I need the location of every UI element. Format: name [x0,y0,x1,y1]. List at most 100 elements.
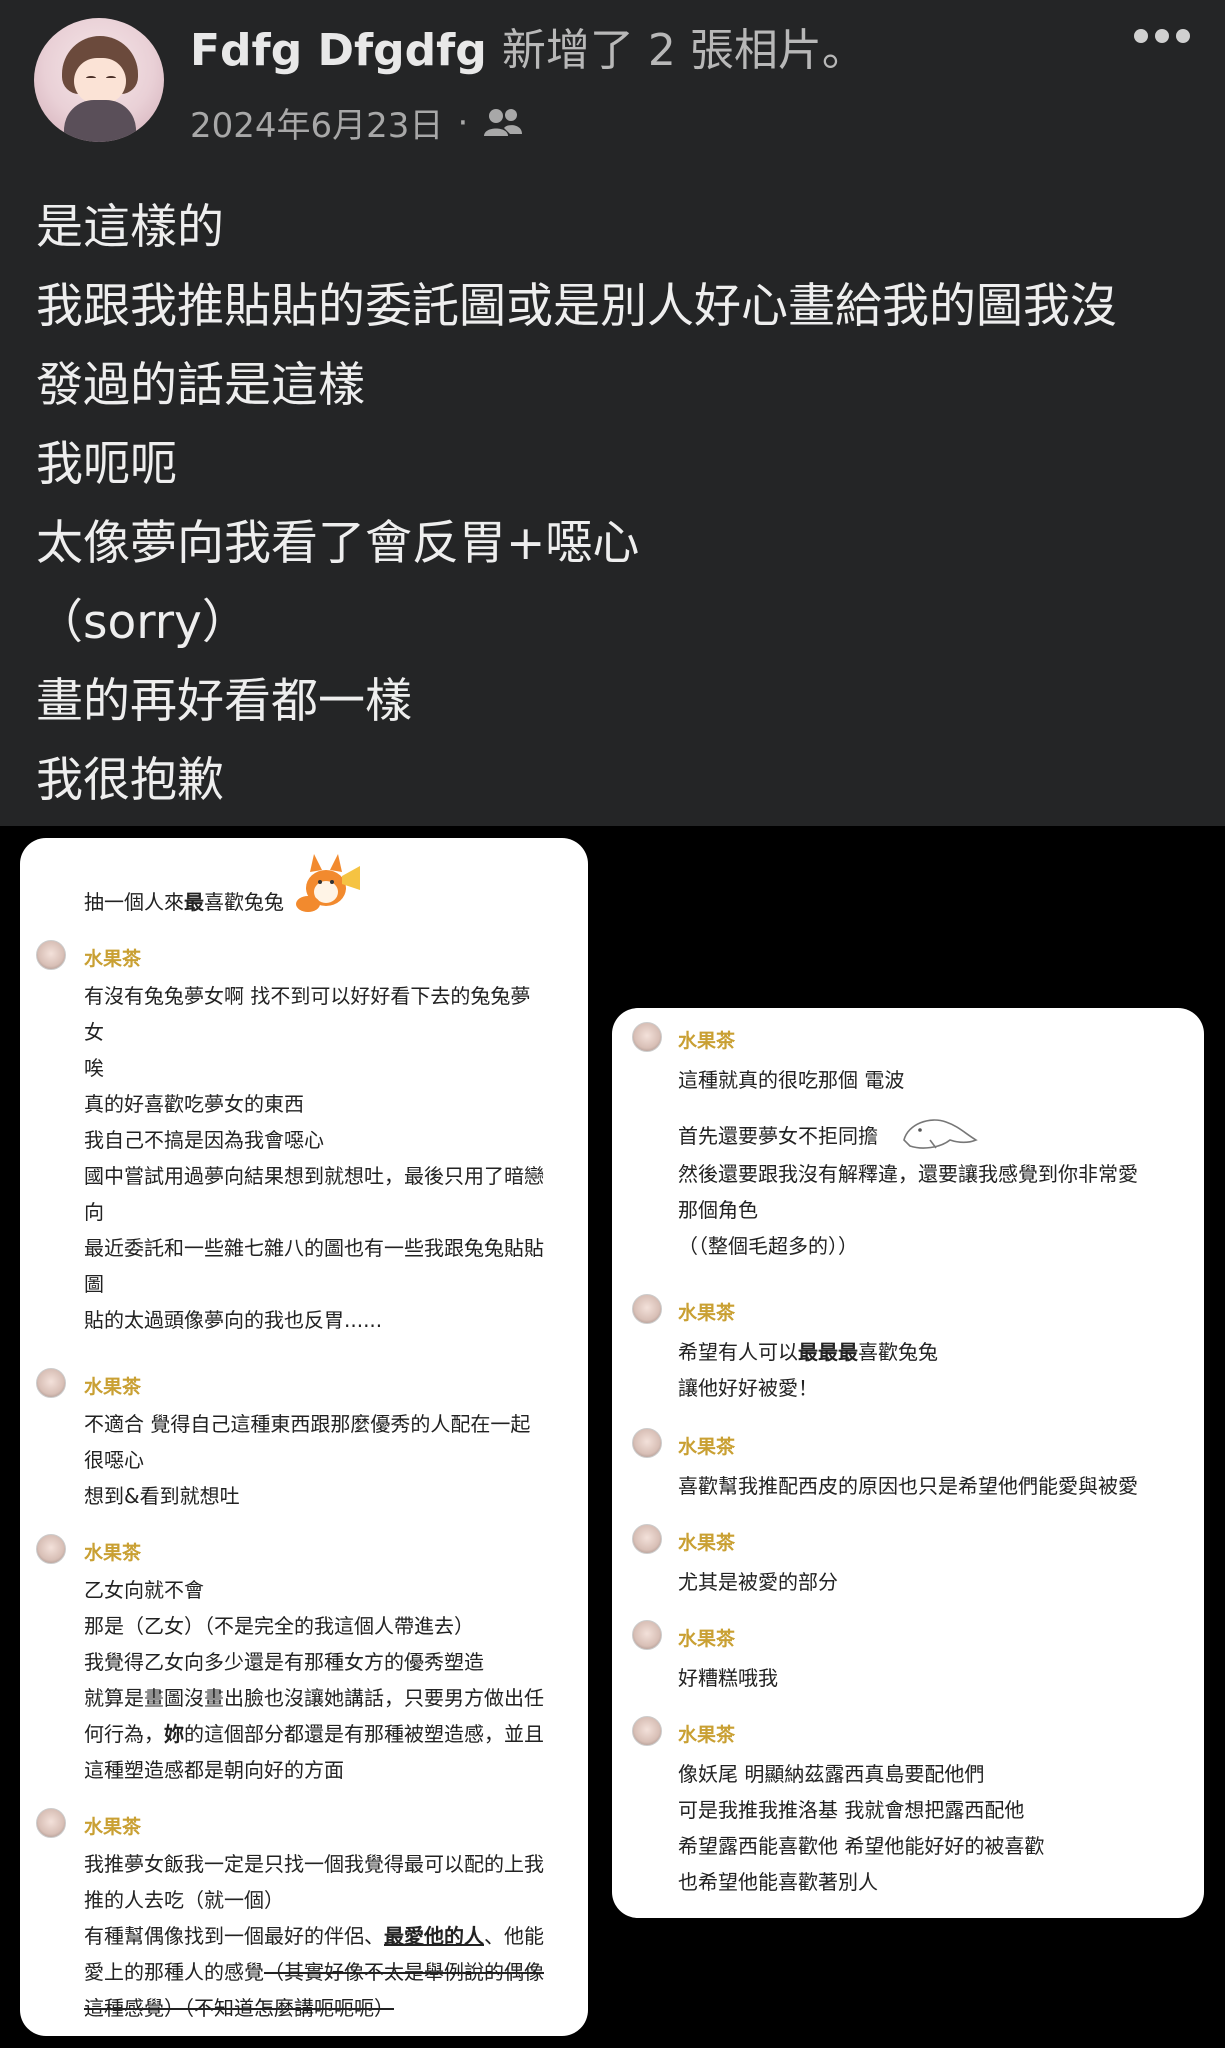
post-date[interactable]: 2024年6月23日 [190,98,443,147]
post-text-line: 我很抱歉 [36,753,224,808]
message-line: 就算是畫圖沒畫出臉也沒讓她講話，只要男方做出任 [84,1686,544,1710]
more-icon[interactable] [1134,28,1198,52]
message-line: 我自己不搞是因為我會噁心 [84,1128,324,1152]
message-line: 喜歡幫我推配西皮的原因也只是希望他們能愛與被愛 [678,1474,1138,1498]
message-line: 很噁心 [84,1448,144,1472]
message-line: 我推夢女飯我一定是只找一個我覺得最可以配的上我 [84,1852,544,1876]
message-line: 有種幫偶像找到一個最好的伴侶、最愛他的人、他能 [84,1920,544,1949]
user-avatar [36,1368,66,1398]
username: 水果茶 [84,1376,142,1398]
message-line: 不適合 覺得自己這種東西跟那麼優秀的人配在一起 [84,1412,531,1436]
text-run: 喜歡兔兔 [858,1340,938,1364]
message-line: 圖 [84,1272,104,1296]
post-text-line: 是這樣的 [36,200,224,255]
user-avatar [36,1808,66,1838]
post-meta: 2024年6月23日 · [190,98,524,147]
message-line: 那是（乙女）（不是完全的我這個人帶進去） [84,1614,474,1638]
post-text-line: 畫的再好看都一樣 [36,674,412,729]
message-line: 像妖尾 明顯納茲露西真島要配他們 [678,1762,985,1786]
post-text-line: 太像夢向我看了會反胃+噁心 [36,516,640,571]
message-line: 推的人去吃（就一個） [84,1888,284,1912]
message-line: 有沒有兔兔夢女啊 找不到可以好好看下去的兔兔夢 [84,984,531,1008]
message-line: 乙女向就不會 [84,1578,204,1602]
text-run: 何行為， [84,1722,164,1746]
heading-prefix: 抽一個人來 [84,890,184,914]
text-run: 愛上的那種人的感覺 [84,1960,264,1984]
post-container: Fdfg Dfgdfg 新增了 2 張相片。 2024年6月23日 · 是這樣的… [0,0,1225,826]
message-line: 希望露西能喜歡他 希望他能好好的被喜歡 [678,1834,1045,1858]
username: 水果茶 [678,1628,736,1650]
message-line: 真的好喜歡吃夢女的東西 [84,1092,304,1116]
message-line: 向 [84,1200,104,1224]
message-line: 想到&看到就想吐 [84,1484,240,1508]
user-avatar [632,1022,662,1052]
message-line: 好糟糕哦我 [678,1666,778,1690]
message-line: （（整個毛超多的）） [678,1234,858,1258]
text-run-strike: （其實好像不太是舉例說的偶像 [264,1960,544,1984]
author-line: Fdfg Dfgdfg 新增了 2 張相片。 [190,14,866,78]
username: 水果茶 [678,1436,736,1458]
user-avatar [632,1716,662,1746]
text-run: 希望有人可以 [678,1340,798,1364]
message-line: 這種感覺）（不知道怎麼講呃呃呃） [84,1996,394,2020]
message-line: 唉 [84,1056,104,1080]
friends-icon [484,108,523,136]
text-run: 、他能 [484,1924,544,1948]
username: 水果茶 [678,1724,736,1746]
message-line: 何行為，妳的這個部分都還是有那種被塑造感，並且 [84,1718,544,1747]
message-line: 我覺得乙女向多少還是有那種女方的優秀塑造 [84,1650,484,1674]
message-line: 讓他好好被愛！ [678,1376,818,1400]
user-avatar [36,1534,66,1564]
user-avatar [632,1294,662,1324]
message-line: 最近委託和一些雜七雜八的圖也有一些我跟兔兔貼貼 [84,1236,544,1260]
message-line: 也希望他能喜歡著別人 [678,1870,878,1894]
username: 水果茶 [678,1532,736,1554]
username: 水果茶 [84,1542,142,1564]
message-line: 可是我推我推洛基 我就會想把露西配他 [678,1798,1025,1822]
text-run-bold: 最最最 [798,1340,858,1364]
text-run-underline: 最愛他的人 [384,1924,484,1948]
user-avatar [632,1428,662,1458]
text-run: 的這個部分都還是有那種被塑造感，並且 [184,1722,544,1746]
message-line: 這種塑造感都是朝向好的方面 [84,1758,344,1782]
post-text-line: 我呃呃 [36,437,177,492]
message-line: 首先還要夢女不拒同擔 [678,1124,878,1148]
message-line: 然後還要跟我沒有解釋違，還要讓我感覺到你非常愛 [678,1162,1138,1186]
message-line: 貼的太過頭像夢向的我也反胃...... [84,1308,383,1332]
photo-heading: 抽一個人來最喜歡兔兔 [84,886,284,915]
message-line: 愛上的那種人的感覺（其實好像不太是舉例說的偶像 [84,1956,544,1985]
post-body-text: 是這樣的 我跟我推貼貼的委託圖或是別人好心畫給我的圖我沒 發過的話是這樣 我呃呃… [36,188,1206,820]
author-name[interactable]: Fdfg Dfgdfg [190,25,487,76]
message-line: 國中嘗試用過夢向結果想到就想吐，最後只用了暗戀 [84,1164,544,1188]
photo-left[interactable]: 抽一個人來最喜歡兔兔 水果茶 有沒有兔兔夢女啊 找不到可以好好看下去的兔兔夢 女… [20,838,588,2036]
avatar-face [74,58,126,104]
message-line: 這種就真的很吃那個 電波 [678,1068,905,1092]
username: 水果茶 [678,1302,736,1324]
post-action-text: 新增了 2 張相片。 [501,25,866,76]
avatar-eye [106,76,116,80]
message-line: 女 [84,1020,104,1044]
meta-separator: · [457,102,469,143]
photo-right[interactable]: 水果茶 這種就真的很吃那個 電波 首先還要夢女不拒同擔 然後還要跟我沒有解釋違，… [612,1008,1204,1918]
post-text-line: （sorry） [36,595,249,650]
user-avatar [36,940,66,970]
username: 水果茶 [84,1816,142,1838]
username: 水果茶 [678,1030,736,1052]
message-line: 那個角色 [678,1198,758,1222]
post-text-line: 發過的話是這樣 [36,358,365,413]
avatar-eye [86,76,96,80]
user-avatar [632,1620,662,1650]
avatar-body [64,100,136,142]
heading-suffix: 喜歡兔兔 [204,890,284,914]
seal-doodle-icon [903,1119,978,1149]
heading-bold: 最 [184,890,204,914]
username: 水果茶 [84,948,142,970]
text-run: 有種幫偶像找到一個最好的伴侶、 [84,1924,384,1948]
post-text-line: 我跟我推貼貼的委託圖或是別人好心畫給我的圖我沒 [36,279,1117,334]
user-avatar [632,1524,662,1554]
message-line: 希望有人可以最最最喜歡兔兔 [678,1336,938,1365]
author-avatar[interactable] [34,18,164,142]
message-line: 尤其是被愛的部分 [678,1570,838,1594]
fox-megaphone-icon [296,854,360,912]
text-run-bold: 妳 [164,1722,184,1746]
